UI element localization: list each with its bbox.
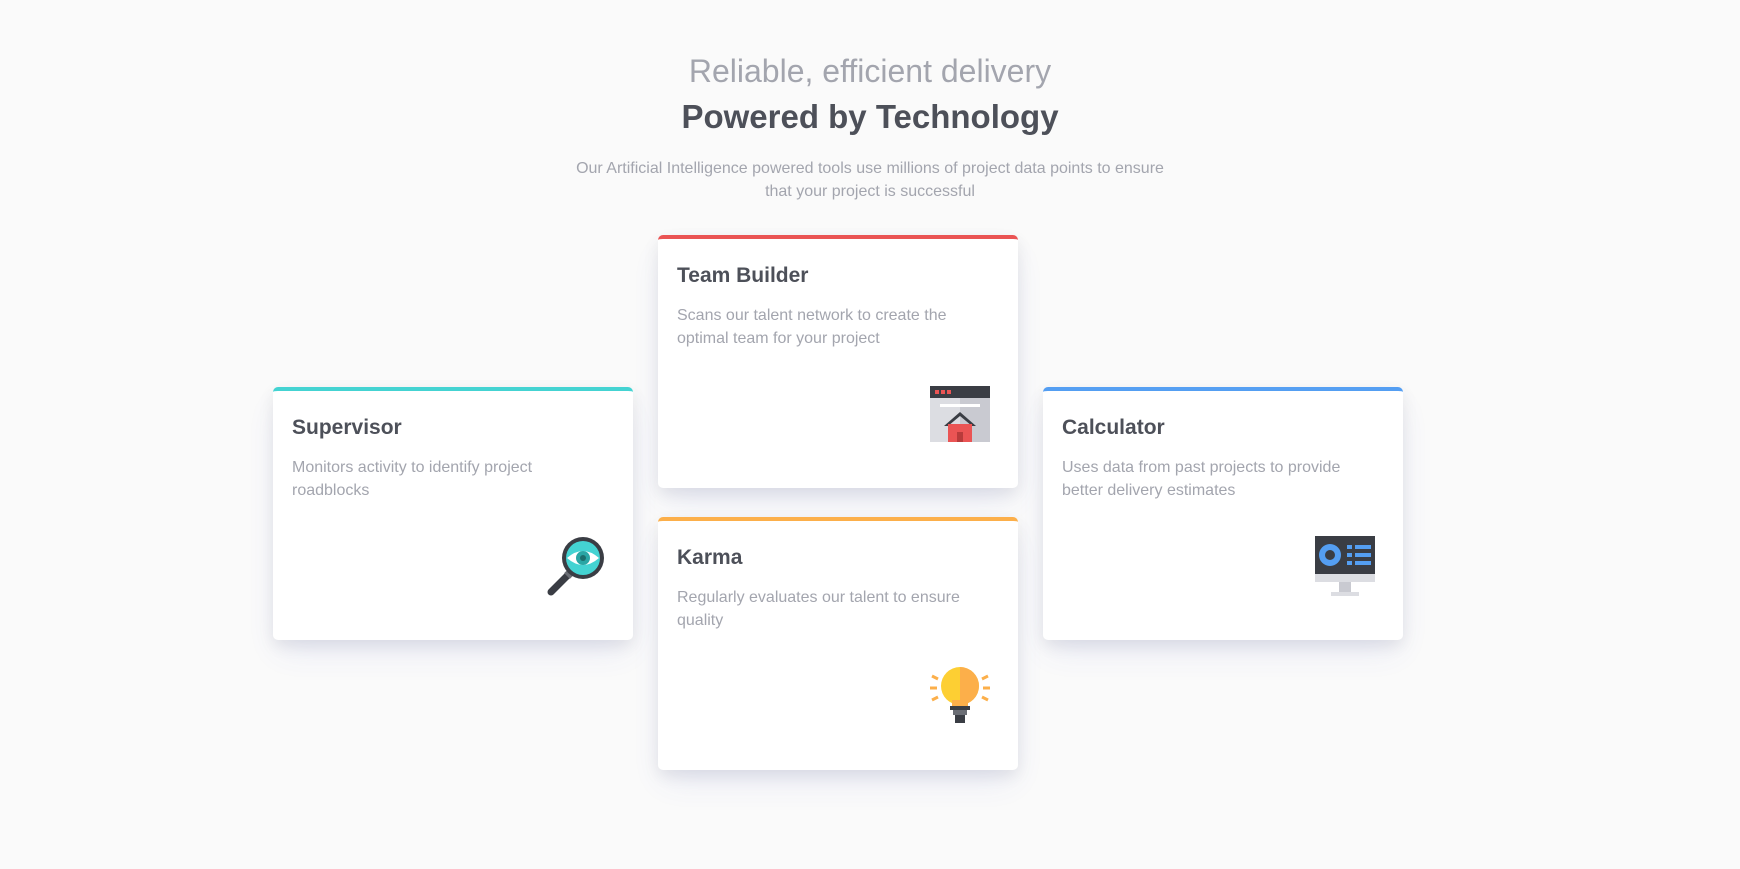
- card-description: Regularly evaluates our talent to ensure…: [677, 589, 960, 629]
- card-description: Uses data from past projects to provide …: [1062, 459, 1341, 499]
- card-title: Supervisor: [292, 416, 402, 439]
- card-title: Karma: [677, 546, 743, 569]
- browser-house-icon: [928, 382, 992, 446]
- monitor-chart-icon: [1313, 534, 1377, 598]
- card-title: Team Builder: [677, 264, 809, 287]
- magnifier-eye-icon: [543, 534, 607, 598]
- section-kicker: Reliable, efficient delivery: [688, 53, 1052, 89]
- card-supervisor: Supervisor Monitors activity to identify…: [273, 387, 633, 640]
- card-description: Scans our talent network to create the o…: [677, 307, 947, 347]
- lightbulb-icon: [928, 664, 992, 728]
- section-description: Our Artificial Intelligence powered tool…: [576, 160, 1164, 200]
- section-title: Powered by Technology: [681, 98, 1059, 135]
- card-calculator: Calculator Uses data from past projects …: [1043, 387, 1403, 640]
- card-karma: Karma Regularly evaluates our talent to …: [658, 517, 1018, 770]
- page: Reliable, efficient delivery Powered by …: [0, 0, 1740, 869]
- card-team-builder: Team Builder Scans our talent network to…: [658, 235, 1018, 488]
- card-title: Calculator: [1062, 416, 1165, 439]
- card-description: Monitors activity to identify project ro…: [292, 459, 533, 499]
